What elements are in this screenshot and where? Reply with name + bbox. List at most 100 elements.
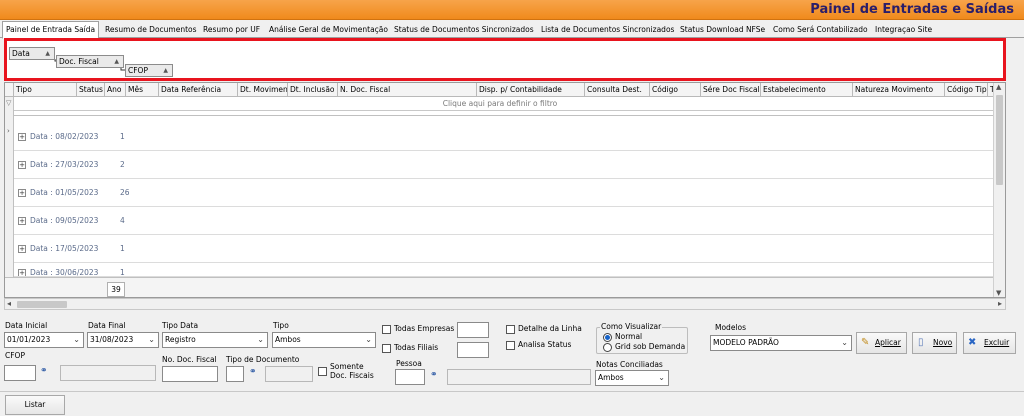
- col-disp-contabilidade[interactable]: Disp. p/ Contabilidade: [477, 83, 585, 97]
- col-consulta-dest[interactable]: Consulta Dest.: [585, 83, 650, 97]
- scroll-left-icon[interactable]: ◂: [7, 299, 11, 308]
- col-serie-doc-fiscal[interactable]: Sére Doc Fiscal: [701, 83, 761, 97]
- col-codigo-tipo[interactable]: Código Tipo: [945, 83, 988, 97]
- tab-resumo-documentos[interactable]: Resumo de Documentos: [102, 22, 200, 38]
- data-final-label: Data Final: [88, 321, 126, 330]
- pessoa-field[interactable]: [395, 369, 425, 385]
- group-item-doc-fiscal[interactable]: Doc. Fiscal ▲: [56, 55, 124, 68]
- vertical-scrollbar[interactable]: ▲ ▼: [993, 83, 1005, 297]
- footer-row: [5, 277, 995, 297]
- sort-up-icon: ▲: [114, 58, 119, 65]
- group-item-data[interactable]: Data ▲: [9, 47, 55, 60]
- group-item-cfop[interactable]: CFOP ▲: [125, 64, 173, 77]
- notas-conciliadas-select[interactable]: Ambos ⌄: [595, 370, 669, 386]
- tab-lista-docs-sincronizados[interactable]: Lista de Documentos Sincronizados: [538, 22, 677, 38]
- col-codigo[interactable]: Código: [650, 83, 701, 97]
- novo-button[interactable]: ▯ Novo: [912, 332, 957, 354]
- delete-icon: ✖: [968, 337, 977, 348]
- tab-status-docs-sincronizados[interactable]: Status de Documentos Sincronizados: [391, 22, 537, 38]
- chevron-down-icon[interactable]: ⌄: [365, 333, 372, 347]
- tab-painel-entrada-saida[interactable]: Painel de Entrada Saída: [2, 21, 100, 39]
- aplicar-button[interactable]: ✎ Aplicar: [856, 332, 907, 354]
- filter-row[interactable]: Clique aqui para definir o filtro: [5, 97, 995, 111]
- group-row[interactable]: + Data : 09/05/2023 4: [14, 207, 995, 235]
- cfop-field[interactable]: [4, 365, 36, 381]
- expand-icon[interactable]: +: [18, 269, 26, 276]
- pessoa-description-field: [447, 369, 591, 385]
- tipo-label: Tipo: [273, 321, 289, 330]
- somente-doc-fiscais-checkbox[interactable]: [318, 367, 327, 376]
- group-row[interactable]: + Data : 30/06/2023 1: [14, 263, 995, 277]
- data-grid[interactable]: Tipo Status Ano Mês Data Referência Dt. …: [4, 82, 1006, 298]
- col-dt-inclusao[interactable]: Dt. Inclusão: [288, 83, 338, 97]
- tab-status-download-nfse[interactable]: Status Download NFSe: [677, 22, 768, 38]
- col-status[interactable]: Status: [77, 83, 105, 97]
- total-count: 39: [107, 282, 125, 297]
- data-inicial-field[interactable]: 01/01/2023 ⌄: [4, 332, 84, 348]
- detalhe-linha-label: Detalhe da Linha: [518, 324, 582, 333]
- no-doc-fiscal-field[interactable]: [162, 366, 218, 382]
- binoculars-icon[interactable]: ⚭: [430, 370, 438, 380]
- todas-empresas-checkbox[interactable]: [382, 325, 391, 334]
- todas-empresas-field[interactable]: [457, 322, 489, 338]
- binoculars-icon[interactable]: ⚭: [40, 366, 48, 376]
- grid-demanda-radio[interactable]: [603, 343, 612, 352]
- tipo-data-label: Tipo Data: [162, 321, 199, 330]
- grid-demanda-label: Grid sob Demanda: [615, 342, 686, 351]
- no-doc-fiscal-label: No. Doc. Fiscal: [162, 355, 217, 364]
- col-data-referencia[interactable]: Data Referência: [159, 83, 238, 97]
- scroll-thumb[interactable]: [996, 95, 1003, 185]
- sort-up-icon: ▲: [45, 50, 50, 57]
- col-mes[interactable]: Mês: [126, 83, 159, 97]
- expand-icon[interactable]: +: [18, 161, 26, 169]
- col-dt-movimento[interactable]: Dt. Movimen: [238, 83, 288, 97]
- horizontal-scrollbar[interactable]: ◂ ▸: [4, 298, 1006, 310]
- tipo-select[interactable]: Ambos ⌄: [272, 332, 376, 348]
- group-row[interactable]: + Data : 27/03/2023 2: [14, 151, 995, 179]
- tab-analise-geral[interactable]: Análise Geral de Movimentação: [266, 22, 391, 38]
- expand-icon[interactable]: +: [18, 217, 26, 225]
- group-row[interactable]: + Data : 17/05/2023 1: [14, 235, 995, 263]
- scroll-right-icon[interactable]: ▸: [998, 299, 1002, 308]
- title-bar: Painel de Entradas e Saídas: [0, 0, 1024, 20]
- detalhe-linha-checkbox[interactable]: [506, 325, 515, 334]
- chevron-down-icon[interactable]: ⌄: [148, 333, 155, 347]
- todas-filiais-checkbox[interactable]: [382, 344, 391, 353]
- tipo-data-select[interactable]: Registro ⌄: [162, 332, 268, 348]
- tab-como-sera-contabilizado[interactable]: Como Será Contabilizado: [770, 22, 871, 38]
- col-tipo[interactable]: Tipo: [14, 83, 77, 97]
- expand-icon[interactable]: +: [18, 245, 26, 253]
- group-row[interactable]: + Data : 08/02/2023 1: [14, 123, 995, 151]
- scroll-up-icon[interactable]: ▲: [996, 83, 1001, 91]
- group-row[interactable]: + Data : 01/05/2023 26: [14, 179, 995, 207]
- expand-icon[interactable]: +: [18, 189, 26, 197]
- col-ano[interactable]: Ano: [105, 83, 126, 97]
- col-natureza-movimento[interactable]: Natureza Movimento: [853, 83, 945, 97]
- tipo-documento-field[interactable]: [226, 366, 244, 382]
- analisa-status-checkbox[interactable]: [506, 341, 515, 350]
- notas-conciliadas-label: Notas Conciliadas: [596, 360, 663, 369]
- somente-doc-fiscais-label: Somente Doc. Fiscais: [330, 362, 374, 380]
- pessoa-label: Pessoa: [396, 359, 422, 368]
- listar-button[interactable]: Listar: [5, 395, 65, 415]
- todas-filiais-field[interactable]: [457, 342, 489, 358]
- excluir-button[interactable]: ✖ Excluir: [963, 332, 1016, 354]
- col-estabelecimento[interactable]: Estabelecimento: [761, 83, 853, 97]
- tab-resumo-uf[interactable]: Resumo por UF: [200, 22, 263, 38]
- chevron-down-icon[interactable]: ⌄: [658, 371, 665, 385]
- scroll-down-icon[interactable]: ▼: [996, 289, 1001, 297]
- chevron-down-icon[interactable]: ⌄: [841, 336, 848, 350]
- col-n-doc-fiscal[interactable]: N. Doc. Fiscal: [338, 83, 477, 97]
- normal-label: Normal: [615, 332, 643, 341]
- expand-icon[interactable]: +: [18, 133, 26, 141]
- chevron-down-icon[interactable]: ⌄: [257, 333, 264, 347]
- data-final-field[interactable]: 31/08/2023 ⌄: [87, 332, 159, 348]
- cfop-description-field: [60, 365, 156, 381]
- scroll-thumb[interactable]: [17, 301, 67, 308]
- tab-integracao-site[interactable]: Integraçao Site: [872, 22, 935, 38]
- normal-radio[interactable]: [603, 333, 612, 342]
- modelos-select[interactable]: MODELO PADRÃO ⌄: [710, 335, 852, 351]
- cfop-label: CFOP: [5, 351, 25, 360]
- binoculars-icon[interactable]: ⚭: [249, 367, 257, 377]
- chevron-down-icon[interactable]: ⌄: [73, 333, 80, 347]
